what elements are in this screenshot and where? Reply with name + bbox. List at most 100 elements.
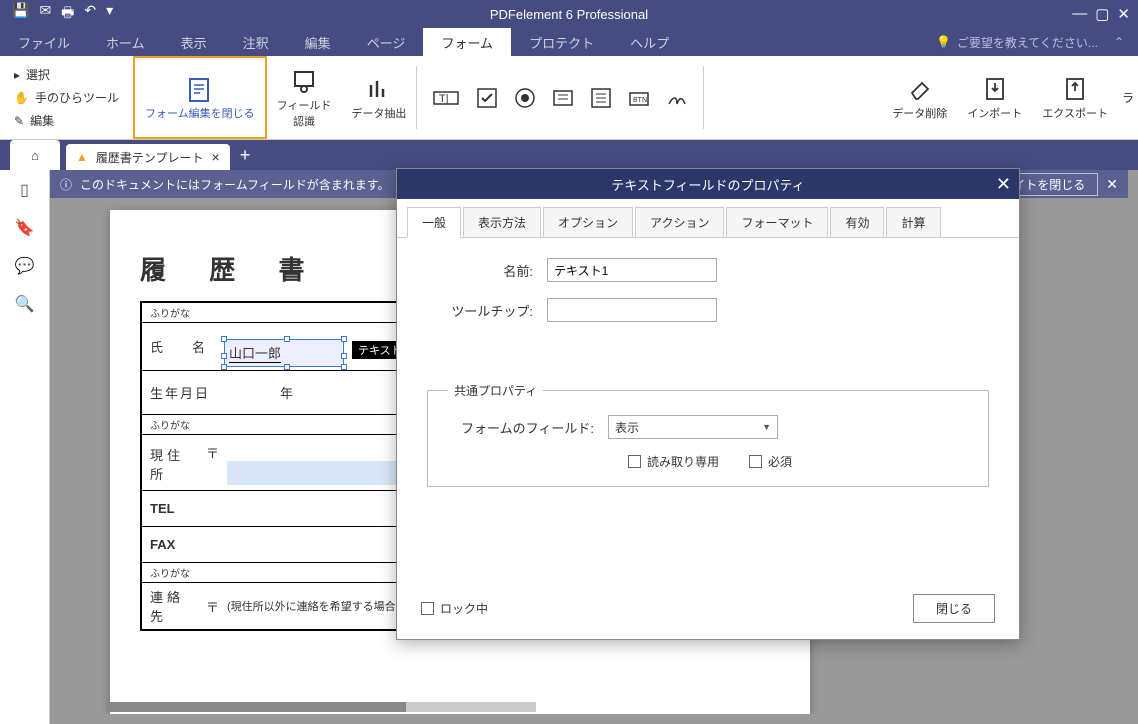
tab-title: 履歴書テンプレート bbox=[96, 149, 204, 166]
svg-text:BTN: BTN bbox=[633, 97, 647, 104]
required-checkbox[interactable]: 必須 bbox=[749, 453, 792, 470]
menu-home[interactable]: ホーム bbox=[88, 28, 163, 56]
menu-protect[interactable]: プロテクト bbox=[511, 28, 612, 56]
window-controls: — ▢ ✕ bbox=[1072, 5, 1130, 23]
tab-options[interactable]: オプション bbox=[543, 207, 633, 237]
tooltip-field-row: ツールチップ: bbox=[427, 298, 989, 322]
tab-actions[interactable]: アクション bbox=[635, 207, 724, 237]
close-button[interactable]: 閉じる bbox=[913, 594, 995, 623]
tab-general[interactable]: 一般 bbox=[407, 207, 461, 238]
app-title: PDFelement 6 Professional bbox=[490, 7, 648, 22]
visibility-select[interactable]: 表示 bbox=[608, 415, 778, 439]
listbox-icon[interactable] bbox=[589, 86, 613, 110]
close-icon[interactable]: ✕ bbox=[1117, 5, 1130, 23]
chart-icon bbox=[365, 75, 393, 103]
chevron-up-icon[interactable]: ⌃ bbox=[1114, 35, 1124, 49]
side-panel: ▯ 🔖 💬 🔍 bbox=[0, 140, 50, 724]
cursor-icon: ▸ bbox=[14, 68, 20, 82]
comments-icon[interactable]: 💬 bbox=[15, 256, 35, 276]
tab-appearance[interactable]: 表示方法 bbox=[463, 207, 541, 237]
info-close-icon[interactable]: ✕ bbox=[1106, 176, 1118, 193]
scroll-thumb[interactable] bbox=[106, 702, 406, 712]
readonly-checkbox[interactable]: 読み取り専用 bbox=[628, 453, 719, 470]
import-icon bbox=[981, 75, 1009, 103]
checkbox-icon[interactable] bbox=[475, 86, 499, 110]
info-icon: ⓘ bbox=[60, 176, 72, 193]
mail-icon[interactable]: ✉ bbox=[39, 2, 51, 26]
tab-calculate[interactable]: 計算 bbox=[886, 207, 940, 237]
search-icon[interactable]: 🔍 bbox=[15, 294, 35, 314]
pencil-icon: ✎ bbox=[14, 114, 24, 128]
menu-edit[interactable]: 編集 bbox=[287, 28, 349, 56]
quick-access-toolbar: 💾 ✉ 🖶 ↶ ▾ bbox=[0, 2, 125, 26]
eraser-icon bbox=[906, 75, 934, 103]
maximize-icon[interactable]: ▢ bbox=[1095, 5, 1109, 23]
tab-validate[interactable]: 有効 bbox=[830, 207, 884, 237]
svg-text:T|: T| bbox=[439, 93, 449, 105]
export-button[interactable]: エクスポート bbox=[1032, 56, 1118, 139]
document-area: ⌂ ▲ 履歴書テンプレート × + ▯ 🔖 💬 🔍 ⓘ このドキュメントにはフォ… bbox=[0, 140, 1138, 724]
menu-page[interactable]: ページ bbox=[349, 28, 424, 56]
menu-view[interactable]: 表示 bbox=[163, 28, 225, 56]
dialog-close-icon[interactable]: ✕ bbox=[996, 174, 1011, 195]
tool-group-select: ▸選択 ✋手のひらツール ✎編集 bbox=[0, 56, 133, 139]
undo-icon[interactable]: ↶ bbox=[84, 2, 96, 26]
home-tab[interactable]: ⌂ bbox=[10, 140, 60, 170]
menu-comment[interactable]: 注釈 bbox=[225, 28, 287, 56]
ribbon-toolbar: ▸選択 ✋手のひらツール ✎編集 フォーム編集を閉じる フィールド 認識 データ… bbox=[0, 56, 1138, 140]
save-icon[interactable]: 💾 bbox=[12, 2, 29, 26]
form-close-icon bbox=[186, 75, 214, 103]
lock-checkbox[interactable]: ロック中 bbox=[421, 600, 488, 617]
home-icon: ⌂ bbox=[31, 148, 39, 163]
common-checks: 読み取り専用 必須 bbox=[448, 453, 968, 470]
minimize-icon[interactable]: — bbox=[1072, 5, 1087, 23]
tool-select[interactable]: ▸選択 bbox=[8, 63, 125, 86]
dialog-title-bar[interactable]: テキストフィールドのプロパティ ✕ bbox=[397, 169, 1019, 199]
menu-help[interactable]: ヘルプ bbox=[612, 28, 687, 56]
tool-hand[interactable]: ✋手のひらツール bbox=[8, 86, 125, 109]
import-button[interactable]: インポート bbox=[957, 56, 1032, 139]
textfield-icon[interactable]: T| bbox=[431, 85, 461, 111]
form-field-row: フォームのフィールド: 表示 bbox=[448, 415, 968, 439]
lightbulb-icon: 💡 bbox=[936, 35, 951, 49]
export-icon bbox=[1061, 75, 1089, 103]
field-recognize-button[interactable]: フィールド 認識 bbox=[267, 56, 342, 139]
info-message: このドキュメントにはフォームフィールドが含まれます。 bbox=[80, 176, 389, 193]
button-field-icon[interactable]: BTN bbox=[627, 86, 651, 110]
name-input[interactable] bbox=[547, 258, 717, 282]
horizontal-scrollbar[interactable] bbox=[106, 702, 536, 712]
document-tab[interactable]: ▲ 履歴書テンプレート × bbox=[66, 144, 230, 170]
tooltip-input[interactable] bbox=[547, 298, 717, 322]
tell-me[interactable]: 💡 ご要望を教えてください... ⌃ bbox=[936, 34, 1138, 51]
more-icon[interactable]: ▾ bbox=[106, 2, 113, 26]
warning-icon: ▲ bbox=[76, 150, 88, 164]
thumbnails-icon[interactable]: ▯ bbox=[20, 180, 29, 200]
more-button[interactable]: ラ bbox=[1118, 56, 1138, 139]
close-form-edit-button[interactable]: フォーム編集を閉じる bbox=[133, 56, 267, 139]
properties-dialog: テキストフィールドのプロパティ ✕ 一般 表示方法 オプション アクション フォ… bbox=[396, 168, 1020, 640]
signature-icon[interactable] bbox=[665, 86, 689, 110]
dialog-body: 名前: ツールチップ: 共通プロパティ フォームのフィールド: 表示 読み取り専… bbox=[397, 238, 1019, 507]
form-field-tools: T| BTN bbox=[417, 56, 703, 139]
print-icon[interactable]: 🖶 bbox=[61, 2, 74, 26]
tab-strip: ⌂ ▲ 履歴書テンプレート × + bbox=[0, 140, 1138, 170]
menu-form[interactable]: フォーム bbox=[423, 28, 511, 56]
tab-close-icon[interactable]: × bbox=[212, 149, 220, 165]
radio-icon[interactable] bbox=[513, 86, 537, 110]
eye-icon bbox=[290, 67, 318, 95]
data-extract-button[interactable]: データ抽出 bbox=[341, 56, 416, 139]
tab-format[interactable]: フォーマット bbox=[726, 207, 828, 237]
text-field-selected[interactable]: 山口一郎 bbox=[224, 339, 344, 367]
tool-edit[interactable]: ✎編集 bbox=[8, 109, 125, 132]
title-bar: 💾 ✉ 🖶 ↶ ▾ PDFelement 6 Professional — ▢ … bbox=[0, 0, 1138, 28]
bookmarks-icon[interactable]: 🔖 bbox=[15, 218, 35, 238]
clear-data-button[interactable]: データ削除 bbox=[882, 56, 957, 139]
combobox-icon[interactable] bbox=[551, 86, 575, 110]
menu-bar: ファイル ホーム 表示 注釈 編集 ページ フォーム プロテクト ヘルプ 💡 ご… bbox=[0, 28, 1138, 56]
name-field-row: 名前: bbox=[427, 258, 989, 282]
new-tab-button[interactable]: + bbox=[230, 145, 261, 166]
common-properties-fieldset: 共通プロパティ フォームのフィールド: 表示 読み取り専用 必須 bbox=[427, 382, 989, 487]
dialog-footer: ロック中 閉じる bbox=[397, 594, 1019, 623]
dialog-tabs: 一般 表示方法 オプション アクション フォーマット 有効 計算 bbox=[397, 199, 1019, 238]
menu-file[interactable]: ファイル bbox=[0, 28, 88, 56]
